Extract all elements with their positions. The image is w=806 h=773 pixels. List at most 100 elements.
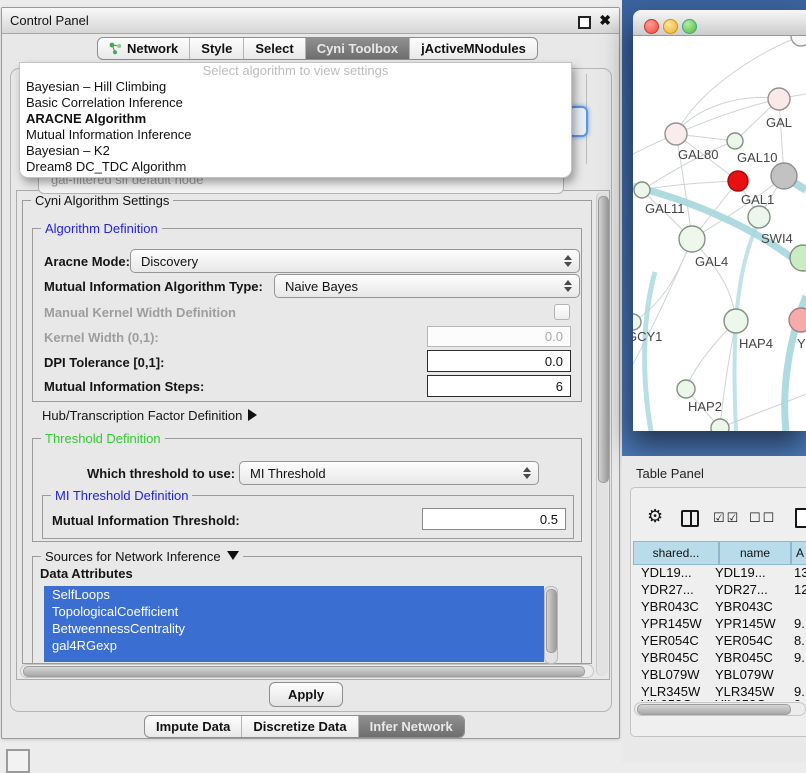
tab-select[interactable]: Select <box>244 38 305 59</box>
file-icon[interactable] <box>795 508 806 528</box>
cell[interactable]: YER054C <box>641 633 699 648</box>
column-header-a-label: A <box>796 546 804 560</box>
algorithm-option[interactable]: Bayesian – K2 <box>20 143 571 159</box>
unchecked-boxes-icon[interactable]: ☐☐ <box>749 510 776 526</box>
tab-network[interactable]: Network <box>98 38 190 59</box>
node-label: GAL10 <box>737 150 777 165</box>
node-swi4[interactable] <box>790 245 806 271</box>
settings-hscrollbar[interactable] <box>20 664 594 678</box>
cell[interactable]: YER054C <box>715 633 773 648</box>
algorithm-option[interactable]: Mutual Information Inference <box>20 127 571 143</box>
columns-icon[interactable] <box>681 510 699 527</box>
mi-steps-field[interactable]: 6 <box>427 375 571 397</box>
algorithm-option[interactable]: Basic Correlation Inference <box>20 95 571 111</box>
apply-button[interactable]: Apply <box>269 682 343 707</box>
settings-hscrollbar-thumb[interactable] <box>23 666 585 677</box>
mi-type-label: Mutual Information Algorithm Type: <box>44 279 263 294</box>
table-hscrollbar-thumb[interactable] <box>637 704 791 715</box>
node-gray[interactable] <box>771 163 797 189</box>
node-gal10[interactable] <box>727 133 743 149</box>
cell[interactable]: YBR045C <box>641 650 699 665</box>
tab-style[interactable]: Style <box>190 38 244 59</box>
node-gal4[interactable] <box>679 226 705 252</box>
attribute-item[interactable]: TopologicalCoefficient <box>44 603 544 620</box>
attribute-item[interactable]: BetweennessCentrality <box>44 620 544 637</box>
cell[interactable]: YDL19... <box>641 565 692 580</box>
column-header-a[interactable]: A <box>791 541 806 565</box>
zoom-traffic-icon[interactable] <box>682 19 697 34</box>
cell[interactable]: 9 <box>794 697 801 701</box>
tab-jactivemnodules[interactable]: jActiveMNodules <box>410 38 537 59</box>
attribute-item[interactable]: gal4RGexp <box>44 637 544 654</box>
node-red-selected[interactable] <box>728 171 748 191</box>
table-body[interactable]: YDL19... YDL19... 13 YDR27... YDR27... 1… <box>633 564 806 701</box>
attributes-vscrollbar-thumb[interactable] <box>546 589 557 653</box>
close-traffic-icon[interactable] <box>644 19 659 34</box>
cell[interactable]: YPR145W <box>715 616 776 631</box>
tab-infer-network[interactable]: Infer Network <box>359 716 464 737</box>
tab-cyni-toolbox[interactable]: Cyni Toolbox <box>306 38 410 59</box>
node-partial-bottom[interactable] <box>711 419 729 431</box>
settings-vscrollbar-thumb[interactable] <box>598 196 609 483</box>
tab-style-label: Style <box>201 41 232 56</box>
cell[interactable]: YPR145W <box>641 616 702 631</box>
node-gal80[interactable] <box>665 123 687 145</box>
cell[interactable]: YBL079W <box>715 667 774 682</box>
algorithm-option[interactable]: Bayesian – Hill Climbing <box>20 79 571 95</box>
aracne-mode-combobox[interactable]: Discovery <box>130 249 580 273</box>
control-panel-titlebar[interactable]: Control Panel ✖ <box>2 8 619 34</box>
cell[interactable]: YDL19... <box>715 565 766 580</box>
close-icon[interactable]: ✖ <box>599 12 611 29</box>
node-gcy1[interactable] <box>633 314 641 330</box>
minimize-traffic-icon[interactable] <box>663 19 678 34</box>
network-canvas[interactable]: GAL GAL80 GAL10 GAL1 GAL11 SWI4 GAL4 GCY… <box>633 36 806 431</box>
cell[interactable]: YBL079W <box>641 667 700 682</box>
cell[interactable]: YBR043C <box>715 599 773 614</box>
sources-group-title[interactable]: Sources for Network Inference <box>41 549 243 564</box>
algorithm-option-selected[interactable]: ARACNE Algorithm <box>20 111 571 127</box>
table-hscrollbar[interactable] <box>634 702 806 716</box>
cell[interactable]: YDR27... <box>715 582 768 597</box>
node-hap4[interactable] <box>724 309 748 333</box>
settings-vscrollbar[interactable] <box>596 192 608 676</box>
cell[interactable]: YIL053C <box>641 697 692 701</box>
dpi-tolerance-field[interactable]: 0.0 <box>427 350 571 372</box>
attribute-item[interactable]: SelfLoops <box>44 586 544 603</box>
algorithm-definition-title: Algorithm Definition <box>41 221 162 236</box>
cell[interactable]: 9. <box>794 616 805 631</box>
float-window-icon[interactable] <box>578 16 591 29</box>
node-gal11[interactable] <box>634 182 650 198</box>
cell[interactable]: YDR27... <box>641 582 694 597</box>
which-threshold-combobox[interactable]: MI Threshold <box>239 461 539 485</box>
node-gal7[interactable] <box>768 88 790 110</box>
node-y[interactable] <box>789 308 806 332</box>
checked-boxes-icon[interactable]: ☑☑ <box>713 510 740 526</box>
kernel-width-field[interactable]: 0.0 <box>427 326 571 347</box>
data-attributes-list[interactable]: SelfLoops TopologicalCoefficient Between… <box>44 586 544 662</box>
tab-discretize-data[interactable]: Discretize Data <box>242 716 358 737</box>
node-hap2[interactable] <box>677 380 695 398</box>
manual-kernel-checkbox[interactable] <box>554 304 570 320</box>
cell[interactable]: 9. <box>794 650 805 665</box>
cell[interactable]: YBR043C <box>641 599 699 614</box>
cell[interactable]: YIL053C <box>715 697 766 701</box>
network-window-titlebar[interactable] <box>633 10 806 36</box>
hub-definition-toggle[interactable]: Hub/Transcription Factor Definition <box>42 408 257 423</box>
column-header-name[interactable]: name <box>719 541 791 565</box>
cell[interactable]: YBR045C <box>715 650 773 665</box>
gear-icon[interactable]: ⚙ <box>647 506 663 527</box>
column-header-shared[interactable]: shared... <box>633 541 719 565</box>
node-label: GAL4 <box>695 254 728 269</box>
cell[interactable]: 12 <box>794 582 806 597</box>
cell[interactable]: 8. <box>794 633 805 648</box>
node-gal1[interactable] <box>748 206 770 228</box>
bottom-left-button-fragment[interactable] <box>6 749 30 773</box>
mi-type-combobox[interactable]: Naive Bayes <box>274 274 580 298</box>
cell[interactable]: 13 <box>794 565 806 580</box>
tab-impute-data[interactable]: Impute Data <box>145 716 242 737</box>
mi-threshold-field[interactable]: 0.5 <box>422 508 566 530</box>
mi-threshold-value: 0.5 <box>540 512 558 527</box>
node-partial-top[interactable] <box>791 36 806 46</box>
algorithm-option[interactable]: Dream8 DC_TDC Algorithm <box>20 159 571 175</box>
attributes-vscrollbar[interactable] <box>544 586 558 664</box>
